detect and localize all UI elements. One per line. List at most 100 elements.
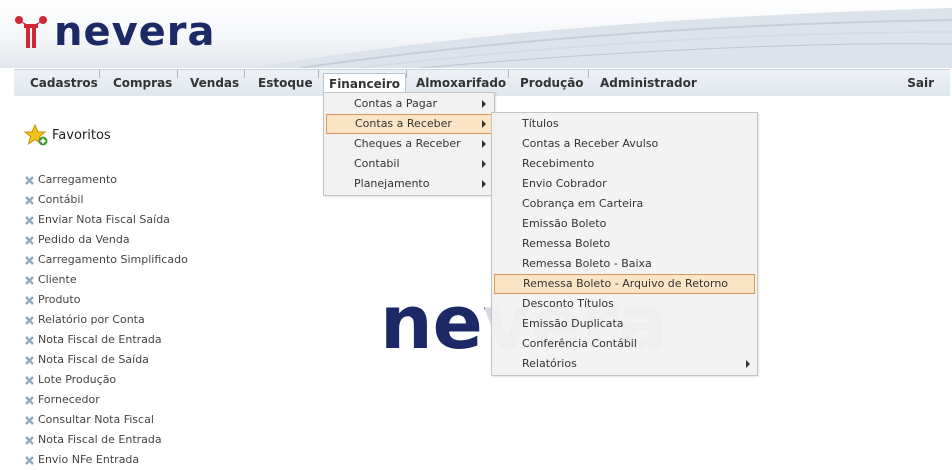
- menu-separator: [99, 70, 100, 78]
- favorite-label[interactable]: Relatório por Conta: [38, 312, 145, 328]
- menu-item-conferencia-contabil[interactable]: Conferência Contábil: [494, 334, 755, 354]
- brand-logo-icon: [15, 16, 47, 48]
- menu-item-cobranca-carteira[interactable]: Cobrança em Carteira: [494, 194, 755, 214]
- menu-item-planejamento[interactable]: Planejamento: [326, 174, 492, 194]
- remove-x-icon[interactable]: [24, 435, 35, 446]
- menu-separator: [318, 70, 319, 78]
- favorite-item[interactable]: Nota Fiscal de Entrada: [24, 430, 188, 450]
- favorite-item[interactable]: Consultar Nota Fiscal: [24, 410, 188, 430]
- menu-separator: [244, 70, 245, 78]
- menu-estoque[interactable]: Estoque: [256, 70, 315, 96]
- submenu-arrow-icon: [482, 180, 486, 188]
- remove-x-icon[interactable]: [24, 175, 35, 186]
- menu-item-label: Remessa Boleto - Baixa: [522, 257, 652, 270]
- star-add-icon: [24, 124, 48, 146]
- favorite-label[interactable]: Lote Produção: [38, 372, 116, 388]
- menu-item-emissao-boleto[interactable]: Emissão Boleto: [494, 214, 755, 234]
- remove-x-icon[interactable]: [24, 395, 35, 406]
- remove-x-icon[interactable]: [24, 215, 35, 226]
- menu-item-label: Cheques a Receber: [354, 137, 461, 150]
- remove-x-icon[interactable]: [24, 335, 35, 346]
- remove-x-icon[interactable]: [24, 195, 35, 206]
- menu-separator: [406, 70, 407, 78]
- menu-item-label: Desconto Títulos: [522, 297, 614, 310]
- menu-administrador[interactable]: Administrador: [598, 70, 699, 96]
- menu-item-emissao-duplicata[interactable]: Emissão Duplicata: [494, 314, 755, 334]
- favorite-item[interactable]: Carregamento: [24, 170, 188, 190]
- menu-vendas[interactable]: Vendas: [188, 70, 241, 96]
- remove-x-icon[interactable]: [24, 455, 35, 466]
- menu-item-label: Planejamento: [354, 177, 430, 190]
- favorite-label[interactable]: Carregamento Simplificado: [38, 252, 188, 268]
- favorites-list: Carregamento Contábil Enviar Nota Fiscal…: [24, 170, 188, 470]
- menu-item-relatorios[interactable]: Relatórios: [494, 354, 755, 374]
- contas-receber-submenu: Títulos Contas a Receber Avulso Recebime…: [491, 112, 758, 376]
- menu-separator: [508, 70, 509, 78]
- menu-item-label: Emissão Boleto: [522, 217, 607, 230]
- menu-item-contabil[interactable]: Contabil: [326, 154, 492, 174]
- favorite-label[interactable]: Pedido da Venda: [38, 232, 130, 248]
- brand-logo[interactable]: nevera: [14, 8, 216, 56]
- logout-link[interactable]: Sair: [907, 70, 934, 96]
- menu-item-contas-a-receber[interactable]: Contas a Receber: [326, 114, 492, 134]
- favorite-label[interactable]: Nota Fiscal de Saída: [38, 352, 149, 368]
- menu-item-label: Envio Cobrador: [522, 177, 607, 190]
- favorite-item[interactable]: Pedido da Venda: [24, 230, 188, 250]
- favorite-label[interactable]: Consultar Nota Fiscal: [38, 412, 154, 428]
- menu-item-contas-receber-avulso[interactable]: Contas a Receber Avulso: [494, 134, 755, 154]
- menu-compras[interactable]: Compras: [111, 70, 174, 96]
- favorite-label[interactable]: Produto: [38, 292, 80, 308]
- favorite-item[interactable]: Contábil: [24, 190, 188, 210]
- remove-x-icon[interactable]: [24, 295, 35, 306]
- submenu-arrow-icon: [482, 160, 486, 168]
- favorite-label[interactable]: Cliente: [38, 272, 77, 288]
- menu-item-remessa-boleto-baixa[interactable]: Remessa Boleto - Baixa: [494, 254, 755, 274]
- brand-name: nevera: [54, 9, 216, 55]
- favorite-item[interactable]: Enviar Nota Fiscal Saída: [24, 210, 188, 230]
- submenu-arrow-icon: [482, 140, 486, 148]
- menu-item-titulos[interactable]: Títulos: [494, 114, 755, 134]
- favorite-item[interactable]: Produto: [24, 290, 188, 310]
- favorite-label[interactable]: Carregamento: [38, 172, 117, 188]
- favorite-item[interactable]: Carregamento Simplificado: [24, 250, 188, 270]
- menu-item-label: Títulos: [522, 117, 559, 130]
- favorite-item[interactable]: Nota Fiscal de Entrada: [24, 330, 188, 350]
- menu-item-envio-cobrador[interactable]: Envio Cobrador: [494, 174, 755, 194]
- remove-x-icon[interactable]: [24, 275, 35, 286]
- favorite-label[interactable]: Fornecedor: [38, 392, 100, 408]
- remove-x-icon[interactable]: [24, 235, 35, 246]
- menu-item-label: Remessa Boleto: [522, 237, 611, 250]
- menu-item-label: Cobrança em Carteira: [522, 197, 644, 210]
- remove-x-icon[interactable]: [24, 255, 35, 266]
- menu-item-remessa-boleto-retorno[interactable]: Remessa Boleto - Arquivo de Retorno: [494, 274, 755, 294]
- favorite-label[interactable]: Envio NFe Entrada: [38, 452, 139, 468]
- remove-x-icon[interactable]: [24, 315, 35, 326]
- menu-producao[interactable]: Produção: [518, 70, 586, 96]
- menu-item-cheques-a-receber[interactable]: Cheques a Receber: [326, 134, 492, 154]
- menu-item-recebimento[interactable]: Recebimento: [494, 154, 755, 174]
- menu-separator: [588, 70, 589, 78]
- menu-cadastros[interactable]: Cadastros: [28, 70, 100, 96]
- favorite-label[interactable]: Nota Fiscal de Entrada: [38, 332, 162, 348]
- menu-item-label: Relatórios: [522, 357, 577, 370]
- favorite-label[interactable]: Nota Fiscal de Entrada: [38, 432, 162, 448]
- menu-item-label: Contas a Pagar: [354, 97, 438, 110]
- favorite-label[interactable]: Enviar Nota Fiscal Saída: [38, 212, 170, 228]
- favorite-label[interactable]: Contábil: [38, 192, 84, 208]
- favorite-item[interactable]: Nota Fiscal de Saída: [24, 350, 188, 370]
- menu-item-remessa-boleto[interactable]: Remessa Boleto: [494, 234, 755, 254]
- submenu-arrow-icon: [746, 360, 750, 368]
- remove-x-icon[interactable]: [24, 355, 35, 366]
- favorite-item[interactable]: Lote Produção: [24, 370, 188, 390]
- favorite-item[interactable]: Envio NFe Entrada: [24, 450, 188, 470]
- remove-x-icon[interactable]: [24, 375, 35, 386]
- menu-item-desconto-titulos[interactable]: Desconto Títulos: [494, 294, 755, 314]
- financeiro-dropdown: Contas a Pagar Contas a Receber Cheques …: [323, 92, 495, 196]
- menu-item-contas-a-pagar[interactable]: Contas a Pagar: [326, 94, 492, 114]
- favorite-item[interactable]: Cliente: [24, 270, 188, 290]
- favorite-item[interactable]: Fornecedor: [24, 390, 188, 410]
- remove-x-icon[interactable]: [24, 415, 35, 426]
- menu-item-label: Contabil: [354, 157, 400, 170]
- menu-separator: [177, 70, 178, 78]
- favorite-item[interactable]: Relatório por Conta: [24, 310, 188, 330]
